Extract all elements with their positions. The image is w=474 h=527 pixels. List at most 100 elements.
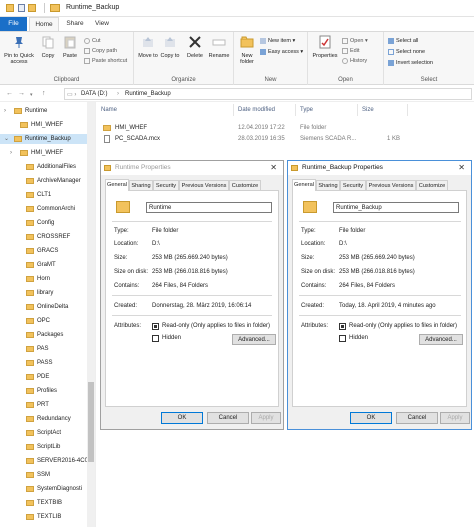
chevron-right-icon[interactable]: › bbox=[4, 106, 6, 116]
cancel-button[interactable]: Cancel bbox=[396, 412, 438, 424]
tree-item[interactable]: Config bbox=[0, 218, 95, 228]
tree-item[interactable]: ScriptAct bbox=[0, 428, 95, 438]
tree-item[interactable]: library bbox=[0, 288, 95, 298]
paste-button[interactable]: Paste bbox=[60, 35, 80, 59]
history-button[interactable]: History bbox=[342, 57, 367, 65]
readonly-checkbox[interactable] bbox=[152, 323, 159, 330]
hidden-checkbox[interactable] bbox=[152, 335, 159, 342]
folder-name-field[interactable]: Runtime_Backup bbox=[333, 202, 459, 213]
column-date-modified[interactable]: Date modified bbox=[234, 104, 296, 116]
tab-customize[interactable]: Customize bbox=[416, 180, 448, 190]
tab-security[interactable]: Security bbox=[153, 180, 179, 190]
easy-access-button[interactable]: Easy access ▾ bbox=[260, 48, 303, 56]
tree-item[interactable]: AdditionalFiles bbox=[0, 162, 95, 172]
tree-item[interactable]: SERVER2016-4C0 bbox=[0, 456, 95, 466]
tab-share[interactable]: Share bbox=[62, 17, 88, 31]
column-size[interactable]: Size bbox=[358, 104, 408, 116]
file-row-mcx[interactable]: PC_SCADA.mcx 28.03.2019 16:35 Siemens SC… bbox=[97, 134, 474, 144]
delete-button[interactable]: Delete bbox=[184, 35, 206, 59]
paste-shortcut-button[interactable]: Paste shortcut bbox=[84, 57, 127, 65]
tree-item[interactable]: TEXTBIB bbox=[0, 498, 95, 508]
ok-button[interactable]: OK bbox=[161, 412, 203, 424]
select-none-button[interactable]: Select none bbox=[388, 48, 425, 56]
new-folder-button[interactable]: New folder bbox=[236, 35, 258, 65]
readonly-checkbox[interactable] bbox=[339, 323, 346, 330]
tree-item[interactable]: GraMT bbox=[0, 260, 95, 270]
folder-name-field[interactable]: Runtime bbox=[146, 202, 272, 213]
properties-button[interactable]: Properties bbox=[310, 35, 340, 59]
invert-selection-button[interactable]: Invert selection bbox=[388, 59, 433, 67]
copy-button[interactable]: Copy bbox=[38, 35, 58, 59]
chevron-down-icon[interactable]: ⌄ bbox=[4, 134, 9, 144]
close-icon[interactable]: ✕ bbox=[270, 161, 277, 175]
tree-item[interactable]: ArchiveManager bbox=[0, 176, 95, 186]
breadcrumb-drive[interactable]: DATA (D:) bbox=[81, 91, 107, 97]
open-button[interactable]: Open ▾ bbox=[342, 37, 368, 45]
properties-quick-icon[interactable] bbox=[6, 4, 14, 12]
advanced-button[interactable]: Advanced... bbox=[419, 334, 463, 345]
tree-item[interactable]: OnlineDelta bbox=[0, 302, 95, 312]
column-type[interactable]: Type bbox=[296, 104, 358, 116]
tree-item[interactable]: PASS bbox=[0, 358, 95, 368]
tree-item[interactable]: Horn bbox=[0, 274, 95, 284]
address-bar[interactable]: ▭ › DATA (D:) › Runtime_Backup bbox=[64, 88, 472, 100]
tree-item[interactable]: OPC bbox=[0, 316, 95, 326]
tree-item[interactable]: ScriptLib bbox=[0, 442, 95, 452]
tree-item[interactable]: SSM bbox=[0, 470, 95, 480]
scrollbar-thumb[interactable] bbox=[88, 382, 94, 462]
new-folder-quick-icon[interactable] bbox=[28, 4, 36, 12]
chevron-right-icon[interactable]: › bbox=[10, 148, 12, 158]
file-row-folder[interactable]: HMI_WHEF 12.04.2019 17:22 File folder bbox=[97, 123, 474, 133]
tab-general[interactable]: General bbox=[105, 179, 129, 191]
edit-button[interactable]: Edit bbox=[342, 47, 359, 55]
tree-item[interactable]: PRT bbox=[0, 400, 95, 410]
tree-item[interactable]: SystemDiagnosti bbox=[0, 484, 95, 494]
tree-item[interactable]: Profiles bbox=[0, 386, 95, 396]
tree-item[interactable]: ⌄ Runtime_Backup bbox=[0, 134, 95, 144]
rename-button[interactable]: Rename bbox=[208, 35, 230, 59]
tree-item[interactable]: PAS bbox=[0, 344, 95, 354]
ok-button[interactable]: OK bbox=[350, 412, 392, 424]
tree-item[interactable]: GRACS bbox=[0, 246, 95, 256]
tree-item[interactable]: › HMI_WHEF bbox=[0, 148, 95, 158]
tree-scrollbar[interactable] bbox=[87, 102, 95, 527]
cut-button[interactable]: Cut bbox=[84, 37, 101, 45]
tree-item[interactable]: CommonArchi bbox=[0, 204, 95, 214]
back-arrow-icon[interactable]: ← bbox=[6, 90, 13, 97]
apply-button[interactable]: Apply bbox=[440, 412, 470, 424]
tab-previous-versions[interactable]: Previous Versions bbox=[179, 180, 229, 190]
tree-item[interactable]: CLT1 bbox=[0, 190, 95, 200]
move-to-button[interactable]: Move to bbox=[138, 35, 158, 59]
up-arrow-icon[interactable]: ↑ bbox=[42, 90, 46, 97]
copy-to-button[interactable]: Copy to bbox=[160, 35, 180, 59]
hidden-checkbox[interactable] bbox=[339, 335, 346, 342]
cancel-button[interactable]: Cancel bbox=[207, 412, 249, 424]
tab-security[interactable]: Security bbox=[340, 180, 366, 190]
tab-sharing[interactable]: Sharing bbox=[129, 180, 153, 190]
tab-home[interactable]: Home bbox=[29, 17, 59, 31]
select-all-button[interactable]: Select all bbox=[388, 37, 418, 45]
tab-sharing[interactable]: Sharing bbox=[316, 180, 340, 190]
pin-quick-access-button[interactable]: Pin to Quick access bbox=[2, 35, 36, 65]
tree-item[interactable]: CROSSREF bbox=[0, 232, 95, 242]
tab-customize[interactable]: Customize bbox=[229, 180, 261, 190]
tree-item[interactable]: › Runtime bbox=[0, 106, 95, 116]
close-icon[interactable]: ✕ bbox=[458, 161, 465, 175]
tree-item[interactable]: PDE bbox=[0, 372, 95, 382]
new-item-button[interactable]: New item ▾ bbox=[260, 37, 295, 45]
copy-path-button[interactable]: Copy path bbox=[84, 47, 117, 55]
column-name[interactable]: Name bbox=[97, 104, 234, 116]
advanced-button[interactable]: Advanced... bbox=[232, 334, 276, 345]
tree-item[interactable]: TEXTLIB bbox=[0, 512, 95, 522]
recent-chevron-icon[interactable]: ▾ bbox=[30, 92, 33, 98]
tab-previous-versions[interactable]: Previous Versions bbox=[366, 180, 416, 190]
apply-button[interactable]: Apply bbox=[251, 412, 281, 424]
forward-arrow-icon[interactable]: → bbox=[18, 90, 25, 97]
tab-file[interactable]: File bbox=[0, 17, 27, 31]
tab-view[interactable]: View bbox=[90, 17, 114, 31]
tree-item[interactable]: Redundancy bbox=[0, 414, 95, 424]
checkbox-quick-icon[interactable] bbox=[18, 4, 25, 12]
breadcrumb-folder[interactable]: Runtime_Backup bbox=[125, 91, 171, 97]
tab-general[interactable]: General bbox=[292, 179, 316, 191]
tree-item[interactable]: Packages bbox=[0, 330, 95, 340]
